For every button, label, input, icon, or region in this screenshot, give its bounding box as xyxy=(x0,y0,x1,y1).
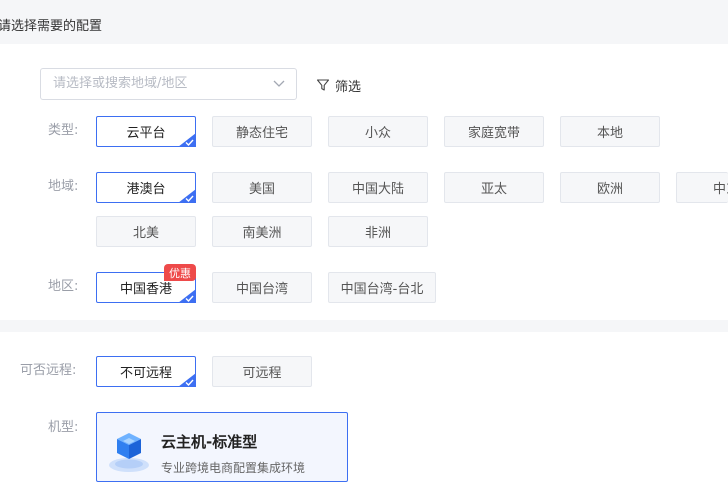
remote-option-not-remote[interactable]: 不可远程 xyxy=(96,356,196,387)
type-option-home-broadband[interactable]: 家庭宽带 xyxy=(444,116,544,147)
option-label: 欧洲 xyxy=(596,182,623,197)
model-row-label: 机型: xyxy=(48,420,79,435)
section-divider xyxy=(0,320,728,332)
page-header: 请选择需要的配置 xyxy=(0,0,728,44)
option-label: 云平台 xyxy=(126,126,166,141)
model-card-standard[interactable]: 云主机-标准型 专业跨境电商配置集成环境 xyxy=(96,412,348,482)
area-option-taiwan[interactable]: 中国台湾 xyxy=(212,272,312,303)
selected-check-icon xyxy=(178,189,196,203)
filter-button[interactable]: 筛选 xyxy=(316,75,361,95)
selected-check-icon xyxy=(178,133,196,147)
discount-badge: 优惠 xyxy=(164,264,196,281)
option-label: 南美洲 xyxy=(242,226,282,241)
chevron-down-icon[interactable] xyxy=(273,79,285,89)
model-card-description: 专业跨境电商配置集成环境 xyxy=(161,461,306,475)
remote-row-label: 可否远程: xyxy=(20,363,77,378)
selected-check-icon xyxy=(178,289,196,303)
option-label: 中国台湾-台北 xyxy=(340,282,424,297)
type-option-cloud-platform[interactable]: 云平台 xyxy=(96,116,196,147)
option-label: 中国大陆 xyxy=(351,182,404,197)
option-label: 中国台湾 xyxy=(235,282,288,297)
filter-label: 筛选 xyxy=(335,79,362,95)
area-option-taiwan-taipei[interactable]: 中国台湾-台北 xyxy=(328,272,436,303)
option-label: 家庭宽带 xyxy=(467,126,520,141)
region-option-asia-pacific[interactable]: 亚太 xyxy=(444,172,544,203)
type-row-label: 类型: xyxy=(48,123,79,138)
region-option-mainland-china[interactable]: 中国大陆 xyxy=(328,172,428,203)
region-option-hk-macau-tw[interactable]: 港澳台 xyxy=(96,172,196,203)
region-option-middle-east[interactable]: 中东 xyxy=(676,172,728,203)
option-label: 小众 xyxy=(364,126,391,141)
region-option-south-america[interactable]: 南美洲 xyxy=(212,216,312,247)
option-label: 非洲 xyxy=(364,226,391,241)
option-label: 可远程 xyxy=(242,366,282,381)
remote-option-remote[interactable]: 可远程 xyxy=(212,356,312,387)
model-card-name: 云主机-标准型 xyxy=(161,433,258,451)
type-option-local[interactable]: 本地 xyxy=(560,116,660,147)
region-option-usa[interactable]: 美国 xyxy=(212,172,312,203)
option-label: 本地 xyxy=(596,126,623,141)
region-option-europe[interactable]: 欧洲 xyxy=(560,172,660,203)
option-label: 港澳台 xyxy=(126,182,166,197)
option-label: 美国 xyxy=(248,182,275,197)
option-label: 中东 xyxy=(713,182,728,197)
type-option-niche[interactable]: 小众 xyxy=(328,116,428,147)
region-option-north-america[interactable]: 北美 xyxy=(96,216,196,247)
cloud-server-cube-icon xyxy=(109,433,149,472)
region-option-africa[interactable]: 非洲 xyxy=(328,216,428,247)
area-row-label: 地区: xyxy=(48,279,79,294)
option-label: 亚太 xyxy=(480,182,507,197)
region-row-label: 地域: xyxy=(48,179,79,194)
option-label: 北美 xyxy=(132,226,159,241)
region-search-select[interactable] xyxy=(40,68,297,100)
option-label: 静态住宅 xyxy=(235,126,288,141)
region-search-input[interactable] xyxy=(53,76,263,91)
page-title: 请选择需要的配置 xyxy=(0,19,103,34)
option-label: 不可远程 xyxy=(119,366,172,381)
type-option-static-residential[interactable]: 静态住宅 xyxy=(212,116,312,147)
funnel-icon xyxy=(316,79,330,91)
selected-check-icon xyxy=(178,373,196,387)
